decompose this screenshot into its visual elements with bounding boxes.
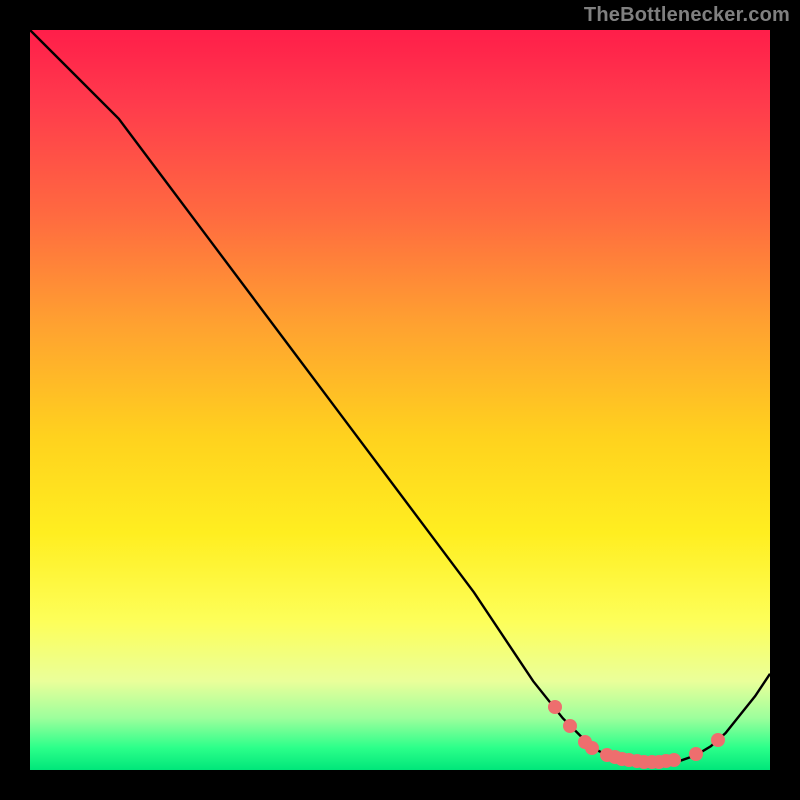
plot-area — [30, 30, 770, 770]
highlight-dot — [711, 733, 725, 747]
highlight-dot — [689, 747, 703, 761]
highlight-dot — [548, 700, 562, 714]
highlight-dot — [563, 719, 577, 733]
highlight-dot — [667, 753, 681, 767]
dots-layer — [30, 30, 770, 770]
highlight-dot — [585, 741, 599, 755]
chart-frame: TheBottlenecker.com — [0, 0, 800, 800]
attribution-text: TheBottlenecker.com — [584, 4, 790, 27]
